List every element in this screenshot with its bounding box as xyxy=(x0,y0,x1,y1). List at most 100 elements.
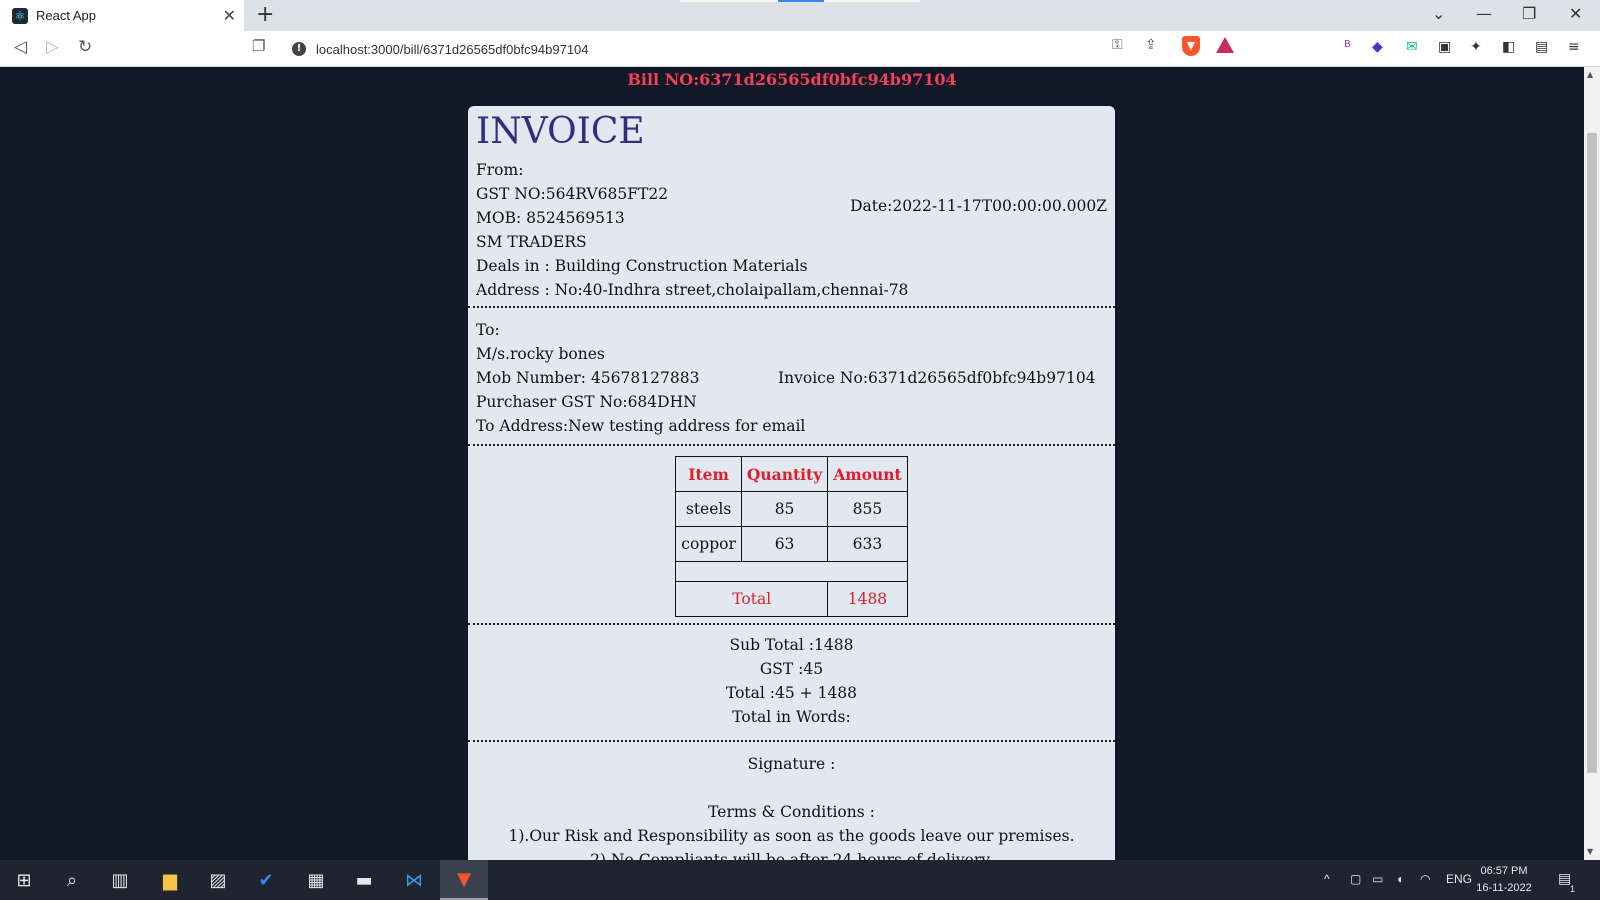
row-amount: 633 xyxy=(827,526,908,562)
browser-toolbar: ◁ ▷ ↻ ❐ ! localhost:3000/bill/6371d26565… xyxy=(0,31,1600,67)
back-icon[interactable]: ◁ xyxy=(14,37,27,57)
invoice-from-section: INVOICE From: GST NO:564RV685FT22 MOB: 8… xyxy=(468,106,1115,308)
react-favicon-icon: ⚛ xyxy=(12,7,28,24)
total-in-words: Total in Words: xyxy=(732,708,851,726)
reload-icon[interactable]: ↻ xyxy=(78,37,92,57)
invoice-title: INVOICE xyxy=(476,111,645,152)
tab-search-icon[interactable]: ⌄ xyxy=(1432,4,1445,23)
photos-app-icon[interactable]: ▨ xyxy=(194,860,242,900)
invoice-date: Date:2022-11-17T00:00:00.000Z xyxy=(850,197,1107,215)
seller-address: Address : No:40-Indhra street,cholaipall… xyxy=(476,281,909,299)
header-quantity: Quantity xyxy=(740,456,829,492)
vscode-icon[interactable]: ⋈ xyxy=(390,860,438,900)
notification-count: 1 xyxy=(1570,884,1576,894)
search-icon[interactable]: ⌕ xyxy=(48,860,96,900)
extensions-puzzle-icon[interactable]: ✦ xyxy=(1470,39,1482,55)
tab-close-icon[interactable]: ✕ xyxy=(223,6,236,26)
total-label: Total xyxy=(675,581,829,617)
seller-deals: Deals in : Building Construction Materia… xyxy=(476,257,808,275)
invoice-items-section: Item Quantity Amount steels 85 855 coppo… xyxy=(468,446,1115,625)
row-quantity: 85 xyxy=(740,491,829,527)
table-row: steels 85 855 xyxy=(675,491,908,527)
calculator-icon[interactable]: ▦ xyxy=(292,860,340,900)
tab-title: React App xyxy=(36,8,96,23)
wallet-icon[interactable]: ▤ xyxy=(1535,39,1548,55)
buyer-name: M/s.rocky bones xyxy=(476,345,605,363)
browser-tab-strip: ⚛ React App ✕ + ⌄ — ❐ ✕ xyxy=(0,0,1600,31)
brave-rewards-icon[interactable] xyxy=(1216,37,1234,53)
extension-mail-icon[interactable]: ✉ xyxy=(1406,39,1418,55)
file-explorer-icon[interactable]: ▆ xyxy=(146,860,194,900)
clock-date: 16-11-2022 xyxy=(1476,882,1532,894)
subtotal: Sub Total :1488 xyxy=(729,636,854,654)
from-label: From: xyxy=(476,161,524,179)
invoice-totals-section: Sub Total :1488 GST :45 Total :45 + 1488… xyxy=(468,625,1115,742)
minimize-button[interactable]: — xyxy=(1476,4,1492,23)
extension-badge-icon[interactable]: ◆ xyxy=(1372,39,1383,55)
signature-space xyxy=(476,776,1107,800)
new-tab-button[interactable]: + xyxy=(256,2,274,27)
language-indicator[interactable]: ENG xyxy=(1446,872,1472,886)
picture-in-picture-icon[interactable]: ▣ xyxy=(1438,39,1451,55)
row-item: steels xyxy=(675,491,742,527)
brave-taskbar-icon[interactable]: ▼ xyxy=(440,860,488,900)
key-icon[interactable]: ⚿ xyxy=(1112,37,1123,53)
invoice-number: Invoice No:6371d26565df0bfc94b97104 xyxy=(778,369,1096,387)
share-icon[interactable]: ⇪ xyxy=(1145,37,1157,53)
invoice-signature-section: Signature : Terms & Conditions : 1).Our … xyxy=(468,742,1115,860)
gst-amount: GST :45 xyxy=(759,660,824,678)
invoice-card: INVOICE From: GST NO:564RV685FT22 MOB: 8… xyxy=(468,106,1115,860)
page-viewport: Bill NO:6371d26565df0bfc94b97104 INVOICE… xyxy=(0,67,1584,860)
windows-taskbar: ⊞ ⌕ ▥ ▆ ▨ ✔ ▦ ▬ ⋈ ▼ ^ ▢ ▭ ◖ ◠ ENG 06:57 … xyxy=(0,860,1600,900)
wifi-icon[interactable]: ◠ xyxy=(1420,872,1430,886)
restore-button[interactable]: ❐ xyxy=(1522,4,1536,23)
signature-label: Signature : xyxy=(747,755,836,773)
battery-icon[interactable]: ▭ xyxy=(1372,872,1383,886)
windows-start-icon[interactable]: ⊞ xyxy=(0,860,48,900)
close-window-button[interactable]: ✕ xyxy=(1569,4,1582,23)
term-item: 2).No Compliants will be after 24 hours … xyxy=(590,851,993,860)
buyer-gst: Purchaser GST No:684DHN xyxy=(476,393,697,411)
tray-meet-icon[interactable]: ▢ xyxy=(1350,872,1361,886)
terms-title: Terms & Conditions : xyxy=(708,803,875,821)
scroll-down-icon[interactable]: ▼ xyxy=(1587,847,1593,856)
forward-icon[interactable]: ▷ xyxy=(46,37,59,57)
extension-b-icon[interactable]: B xyxy=(1344,39,1351,50)
page-scrollbar[interactable]: ▲ ▼ xyxy=(1584,67,1600,860)
sidebar-icon[interactable]: ◧ xyxy=(1502,39,1515,55)
spacer-cell xyxy=(675,561,908,582)
terminal-icon[interactable]: ▬ xyxy=(340,860,388,900)
bill-number-heading: Bill NO:6371d26565df0bfc94b97104 xyxy=(627,70,957,89)
tab-strip-indicator xyxy=(778,0,824,2)
term-item: 1).Our Risk and Responsibility as soon a… xyxy=(508,827,1075,845)
address-bar[interactable]: ! localhost:3000/bill/6371d26565df0bfc94… xyxy=(280,35,1243,63)
task-view-icon[interactable]: ▥ xyxy=(96,860,144,900)
todo-app-icon[interactable]: ✔ xyxy=(242,860,290,900)
menu-icon[interactable]: ≡ xyxy=(1568,39,1580,55)
table-header-row: Item Quantity Amount xyxy=(675,456,908,492)
site-info-icon[interactable]: ! xyxy=(292,42,306,56)
browser-tab-react-app[interactable]: ⚛ React App ✕ xyxy=(0,0,244,31)
to-label: To: xyxy=(476,321,500,339)
table-total-row: Total 1488 xyxy=(675,581,908,617)
items-table: Item Quantity Amount steels 85 855 coppo… xyxy=(675,456,908,617)
clock-time: 06:57 PM xyxy=(1480,865,1528,877)
volume-icon[interactable]: ◖ xyxy=(1396,872,1403,886)
seller-company: SM TRADERS xyxy=(476,233,587,251)
header-amount: Amount xyxy=(827,456,908,492)
tray-chevron-icon[interactable]: ^ xyxy=(1324,872,1330,886)
header-item: Item xyxy=(675,456,742,492)
url-text[interactable]: localhost:3000/bill/6371d26565df0bfc94b9… xyxy=(316,42,589,57)
total-value: 1488 xyxy=(827,581,908,617)
row-quantity: 63 xyxy=(740,526,829,562)
scroll-up-icon[interactable]: ▲ xyxy=(1587,70,1593,79)
grand-total: Total :45 + 1488 xyxy=(725,684,858,702)
invoice-to-section: To: M/s.rocky bones Mob Number: 45678127… xyxy=(468,308,1115,446)
bookmark-icon[interactable]: ❐ xyxy=(252,37,265,55)
row-amount: 855 xyxy=(827,491,908,527)
brave-shields-icon[interactable]: ▼ xyxy=(1182,36,1200,56)
taskbar-clock[interactable]: 06:57 PM 16-11-2022 xyxy=(1472,863,1536,897)
scrollbar-thumb[interactable] xyxy=(1587,133,1597,773)
table-row: coppor 63 633 xyxy=(675,526,908,562)
table-spacer-row xyxy=(675,561,908,582)
